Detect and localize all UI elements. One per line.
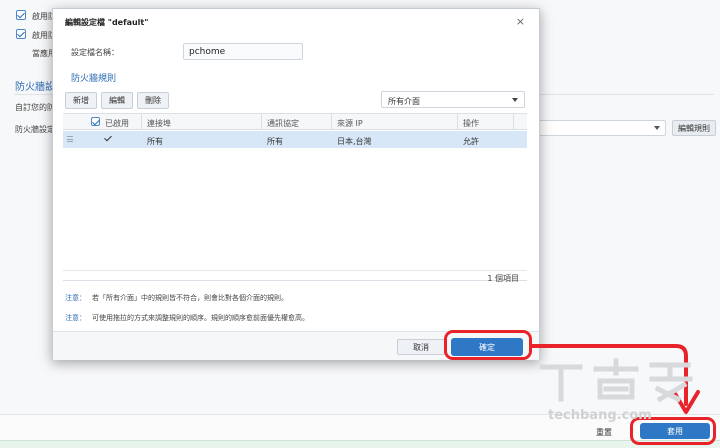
column-header-enabled[interactable]: 已啟用 <box>105 118 129 129</box>
interface-select[interactable]: 所有介面 <box>381 91 525 108</box>
edit-rule-button[interactable]: 編輯 <box>101 92 133 109</box>
note-label: 注意： <box>65 314 86 322</box>
create-rule-button[interactable]: 新增 <box>65 92 97 109</box>
rule-protocol: 所有 <box>267 137 283 146</box>
bg-profile-label: 防火牆設定 <box>15 125 55 134</box>
note-text: 可使用拖拉的方式來調整規則的順序。規則的順序愈前面優先權愈高。 <box>92 314 309 322</box>
edit-rules-button[interactable]: 編輯規則 <box>672 120 716 136</box>
note-line: 注意： 若「所有介面」中的規則皆不符合，則會比對各個介面的規則。 <box>65 293 288 303</box>
column-divider <box>331 114 332 130</box>
rules-section-title: 防火牆規則 <box>71 74 117 84</box>
delete-rule-button[interactable]: 刪除 <box>137 92 169 109</box>
rule-action: 允許 <box>463 137 479 146</box>
cancel-button[interactable]: 取消 <box>397 339 445 355</box>
column-header-port[interactable]: 連接埠 <box>147 118 171 129</box>
column-header-action[interactable]: 操作 <box>463 118 479 129</box>
item-count: 1 個項目 <box>487 274 519 283</box>
bg-profile-select[interactable] <box>538 120 666 136</box>
column-header-protocol[interactable]: 通訊協定 <box>267 118 299 129</box>
dialog-title: 編輯設定檔 "default" <box>65 18 149 27</box>
annotation-ring-apply <box>630 417 716 445</box>
column-divider <box>141 114 142 130</box>
note-line: 注意： 可使用拖拉的方式來調整規則的順序。規則的順序愈前面優先權愈高。 <box>65 313 309 323</box>
column-header-source-ip[interactable]: 來源 IP <box>337 118 363 129</box>
column-divider <box>261 114 262 130</box>
bg-custom-text: 自訂您的防 <box>15 103 55 112</box>
bottom-strip <box>0 440 720 448</box>
rule-source-ip: 日本,台灣 <box>337 137 372 146</box>
enable-firewall-checkbox[interactable] <box>16 10 26 20</box>
select-all-checkbox[interactable] <box>91 117 100 126</box>
interface-select-value: 所有介面 <box>388 97 420 106</box>
note-text: 若「所有介面」中的規則皆不符合，則會比對各個介面的規則。 <box>92 294 288 302</box>
chevron-down-icon <box>512 98 518 102</box>
column-divider <box>513 114 514 130</box>
profile-name-label: 設定檔名稱： <box>71 48 119 57</box>
table-header: 已啟用 連接埠 通訊協定 來源 IP 操作 <box>63 114 527 130</box>
rules-table: 已啟用 連接埠 通訊協定 來源 IP 操作 所有 所有 日本,台灣 允許 1 個… <box>63 113 527 283</box>
table-row[interactable]: 所有 所有 日本,台灣 允許 <box>63 131 527 148</box>
chevron-down-icon <box>654 126 660 130</box>
profile-name-input[interactable] <box>183 43 303 60</box>
edit-profile-dialog: 編輯設定檔 "default" × 設定檔名稱： 防火牆規則 新增 編輯 刪除 … <box>52 8 540 360</box>
enable-notification-checkbox[interactable] <box>16 29 26 39</box>
drag-handle-icon[interactable] <box>67 136 73 142</box>
close-icon[interactable]: × <box>516 15 525 28</box>
rule-enabled-checkbox[interactable] <box>103 134 112 143</box>
note-label: 注意： <box>65 294 86 302</box>
column-divider <box>457 114 458 130</box>
rule-port: 所有 <box>147 137 163 146</box>
annotation-ring-ok <box>444 330 532 360</box>
reset-button[interactable]: 重置 <box>596 427 612 438</box>
table-footer: 1 個項目 <box>63 270 527 283</box>
